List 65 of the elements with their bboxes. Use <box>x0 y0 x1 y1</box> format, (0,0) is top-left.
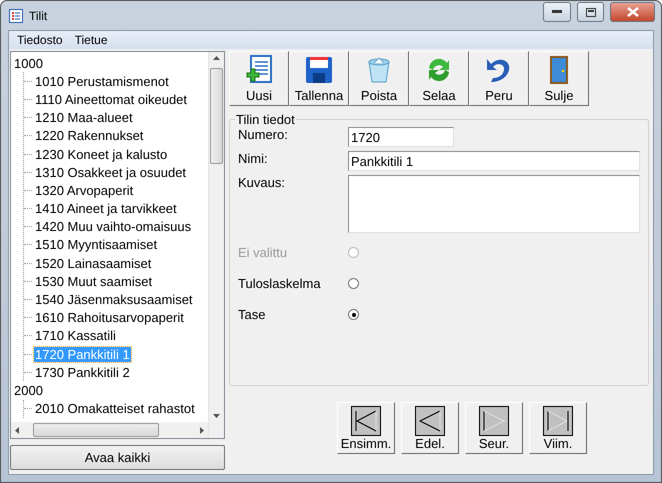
save-icon <box>303 54 335 86</box>
tree-item[interactable]: 1310 Osakkeet ja osuudet <box>34 164 188 180</box>
group-title: Tilin tiedot <box>235 112 296 127</box>
scroll-left-icon[interactable] <box>15 426 19 434</box>
next-record-icon <box>479 406 509 436</box>
last-record-icon <box>543 406 573 436</box>
radio-button[interactable] <box>348 278 359 289</box>
close-button[interactable] <box>610 2 655 22</box>
tree-item[interactable]: 1230 Koneet ja kalusto <box>34 146 168 162</box>
navigation-button[interactable]: Ensimm. <box>337 402 395 454</box>
minimize-button[interactable] <box>543 2 571 22</box>
list-icon <box>9 8 23 22</box>
tree-item[interactable]: 1320 Arvopaperit <box>34 182 134 198</box>
scroll-up-icon[interactable] <box>213 56 220 60</box>
toolbar-button[interactable]: Peru <box>469 51 529 106</box>
radio-label: Tase <box>238 307 266 322</box>
toolbar-button[interactable]: Tallenna <box>289 51 349 106</box>
toolbar-button[interactable]: Sulje <box>529 51 589 106</box>
tree-item[interactable]: 1530 Muut saamiset <box>34 274 154 289</box>
scroll-thumb[interactable] <box>33 423 159 437</box>
scroll-down-icon[interactable] <box>213 414 220 418</box>
tree-item[interactable]: 1420 Muu vaihto-omaisuus <box>34 219 192 234</box>
tree-item[interactable]: 1010 Perustamismenot <box>34 74 170 89</box>
navigation-button[interactable]: Edel. <box>401 402 459 454</box>
tree-item[interactable]: 1110 Aineettomat oikeudet <box>34 92 188 107</box>
toolbar-button[interactable]: Selaa <box>409 51 469 106</box>
first-record-icon <box>351 406 381 436</box>
tree-item[interactable]: 1510 Myyntisaamiset <box>34 237 158 252</box>
tree-item[interactable]: 1730 Pankkitili 2 <box>34 364 131 380</box>
minimize-icon <box>552 10 562 14</box>
window-title: Tilit <box>29 8 48 22</box>
maximize-button[interactable] <box>577 2 604 22</box>
menu-item[interactable]: Tietue <box>68 33 114 47</box>
field-label: Nimi: <box>238 151 269 168</box>
number-field[interactable]: 1720 <box>348 127 454 147</box>
field-label: Numero: <box>238 127 289 144</box>
name-field[interactable]: Pankkitili 1 <box>348 151 640 171</box>
radio-label: Ei valittu <box>238 245 288 260</box>
tree-item[interactable]: 1710 Kassatili <box>34 328 117 344</box>
tree-item[interactable]: 1210 Maa-alueet <box>34 110 134 126</box>
description-field[interactable] <box>348 175 640 233</box>
scroll-thumb[interactable] <box>210 68 223 164</box>
menu-item[interactable]: Tiedosto <box>11 33 69 47</box>
toolbar-button[interactable]: Uusi <box>229 51 289 106</box>
toolbar-button[interactable]: Poista <box>349 51 409 106</box>
tree-item[interactable]: 2010 Omakatteiset rahastot <box>34 401 196 416</box>
scroll-right-icon[interactable] <box>200 426 204 434</box>
horizontal-scrollbar[interactable] <box>11 422 208 438</box>
navigation-button[interactable]: Viim. <box>529 402 587 454</box>
tree-item[interactable]: 2000 <box>13 382 44 398</box>
field-label: Kuvaus: <box>238 175 286 192</box>
radio-button[interactable] <box>348 309 359 320</box>
tree-item[interactable]: 1540 Jäsenmaksusaamiset <box>34 292 194 308</box>
tree-item[interactable]: 1410 Aineet ja tarvikkeet <box>34 201 178 216</box>
navigation-button[interactable]: Seur. <box>465 402 523 454</box>
tree-item[interactable]: 1000 <box>13 56 44 71</box>
close-icon <box>626 7 638 17</box>
previous-record-icon <box>415 406 445 436</box>
radio-label: Tuloslaskelma <box>238 276 322 291</box>
vertical-scrollbar[interactable] <box>208 52 224 438</box>
tree-item[interactable]: 1610 Rahoitusarvopaperit <box>34 310 185 326</box>
expand-all-button[interactable]: Avaa kaikki <box>10 445 225 470</box>
restore-icon <box>586 8 596 16</box>
tree-item[interactable]: 1220 Rakennukset <box>34 128 144 144</box>
tree-item[interactable]: 1520 Lainasaamiset <box>34 256 152 271</box>
